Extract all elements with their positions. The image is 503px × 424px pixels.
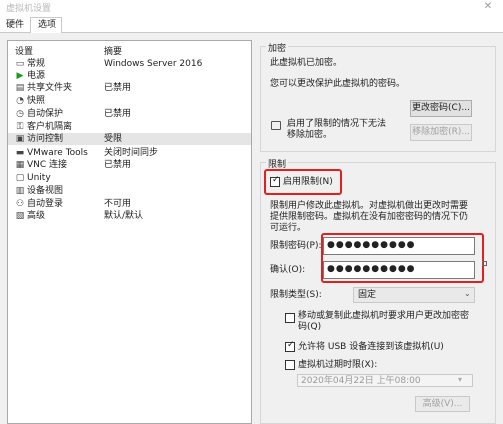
allow-usb-label: 允许将 USB 设备连接到该虚拟机(U) (298, 342, 444, 352)
settings-row-name: 高级 (27, 211, 46, 221)
dropdown-icon: ▾ (458, 375, 463, 384)
guest-isolation-icon: ⚿ (16, 122, 24, 132)
advanced-button[interactable]: 高级(V)... (415, 396, 470, 412)
expiration-checkbox[interactable] (285, 360, 295, 370)
settings-row[interactable]: ▤ 共享文件夹 已禁用 (8, 82, 251, 94)
settings-row-name: 访问控制 (27, 134, 64, 144)
settings-row[interactable]: ▦ VNC 连接 已禁用 (8, 159, 251, 171)
settings-row[interactable]: ▬ VMware Tools 关闭时间同步 (8, 147, 251, 159)
settings-row[interactable]: ▧ 高级 默认/默认 (8, 210, 251, 222)
change-password-button[interactable]: 更改密码(C)... (410, 100, 472, 117)
window-title: 虚拟机设置 (6, 4, 52, 14)
vmware-tools-icon: ▬ (15, 148, 25, 158)
tab-hardware[interactable]: 硬件 (6, 18, 24, 33)
password-label: 限制密码(P): (270, 241, 322, 251)
settings-row[interactable]: ▥ 设备视图 (8, 185, 251, 197)
settings-row[interactable]: ⚇ 自动登录 不可用 (8, 198, 251, 210)
tab-strip (0, 16, 503, 33)
close-icon[interactable]: ✕ (478, 0, 498, 14)
access-control-icon: ▣ (15, 134, 25, 144)
settings-row-name: VNC 连接 (27, 160, 68, 170)
expiration-label: 虚拟机过期时限(X): (298, 360, 378, 370)
settings-row[interactable]: ▣ 访问控制 受限 (8, 133, 251, 145)
settings-row-summary: 受限 (104, 134, 123, 144)
encryption-note: 启用了限制的情况下无法移除加密。 (287, 119, 387, 140)
settings-row[interactable]: ▢ Unity (8, 172, 251, 184)
settings-row-name: 常规 (27, 59, 46, 69)
encryption-status: 此虚拟机已加密。 (270, 58, 343, 68)
restriction-type-value: 固定 (358, 290, 377, 300)
settings-row[interactable]: ◷ 自动保护 已禁用 (8, 108, 251, 120)
settings-row[interactable]: ◔ 快照 (8, 95, 251, 107)
checkmark-icon: ✓ (287, 340, 295, 350)
settings-row-name: 客户机隔离 (27, 122, 73, 132)
enable-restrictions-label: 启用限制(N) (283, 177, 333, 187)
restriction-password-input[interactable]: ●●●●●●●●●● (323, 237, 475, 255)
encryption-group-title: 加密 (266, 41, 289, 54)
settings-row[interactable]: ⚿ 客户机隔离 (8, 121, 251, 133)
settings-row[interactable]: ▶ 电源 (8, 70, 251, 82)
change-password-on-move-checkbox[interactable] (285, 313, 295, 323)
title-bar (0, 0, 503, 16)
expiration-date-picker[interactable]: 2020年04月22日 上午08:00 ▾ (297, 374, 473, 387)
settings-row-summary: 关闭时间同步 (104, 148, 159, 158)
change-password-on-move-label: 移动或复制此虚拟机时要求用户更改加密密码(Q) (298, 311, 470, 332)
settings-row-name: VMware Tools (27, 148, 88, 158)
restrictions-desc: 限制用户修改此虚拟机。对虚拟机做出更改时需要提供限制密码。虚拟机在没有加密密码的… (270, 201, 469, 233)
vnc-icon: ▦ (15, 160, 25, 170)
autologin-icon: ⚇ (15, 199, 25, 209)
settings-row-summary: 已禁用 (104, 83, 132, 93)
column-header-setting: 设置 (15, 47, 34, 57)
restriction-type-select[interactable]: 固定 ⌄ (353, 287, 475, 303)
chevron-down-icon: ⌄ (464, 289, 471, 298)
device-view-icon: ▥ (15, 186, 25, 196)
encryption-change-desc: 您可以更改保护此虚拟机的密码。 (270, 79, 406, 89)
general-icon: ▭ (15, 59, 25, 69)
restriction-type-label: 限制类型(S): (270, 290, 322, 300)
expiration-date-value: 2020年04月22日 上午08:00 (301, 376, 421, 386)
unity-icon: ▢ (15, 173, 25, 183)
settings-row-name: 自动登录 (27, 199, 64, 209)
settings-row-name: 电源 (27, 71, 46, 81)
settings-row-name: 共享文件夹 (27, 83, 73, 93)
confirm-password-input[interactable]: ●●●●●●●●●● (323, 261, 475, 279)
settings-row-summary: 已禁用 (104, 109, 132, 119)
settings-row-name: 设备视图 (27, 186, 64, 196)
advanced-icon: ▧ (15, 211, 25, 221)
settings-row-summary: 已禁用 (104, 160, 132, 170)
remove-encryption-button[interactable]: 移除加密(R)... (410, 124, 472, 141)
settings-row[interactable]: ▭ 常规 Windows Server 2016 (8, 58, 251, 70)
comment-icon (271, 121, 281, 130)
enable-restrictions-checkbox[interactable]: ✓ (270, 175, 280, 187)
settings-list[interactable]: 设置 摘要 ▭ 常规 Windows Server 2016 ▶ 电源 ▤ 共享文件夹 已禁用… (7, 40, 252, 424)
allow-usb-checkbox[interactable]: ✓ (285, 340, 295, 352)
settings-row-name: 快照 (27, 96, 46, 106)
column-header-summary: 摘要 (104, 47, 123, 57)
settings-row-summary: Windows Server 2016 (104, 59, 203, 69)
side-indicator (482, 261, 487, 266)
shared-folders-icon: ▤ (15, 83, 25, 93)
checkmark-icon: ✓ (272, 175, 280, 185)
settings-row-summary: 默认/默认 (104, 211, 144, 221)
snapshot-icon: ◔ (16, 96, 24, 106)
settings-row-name: 自动保护 (27, 109, 64, 119)
confirm-label: 确认(O): (270, 265, 306, 275)
tab-options[interactable]: 选项 (30, 17, 62, 33)
autoprotect-icon: ◷ (16, 109, 24, 119)
settings-row-name: Unity (27, 173, 51, 183)
power-play-icon: ▶ (16, 71, 24, 81)
settings-row-summary: 不可用 (104, 199, 132, 209)
